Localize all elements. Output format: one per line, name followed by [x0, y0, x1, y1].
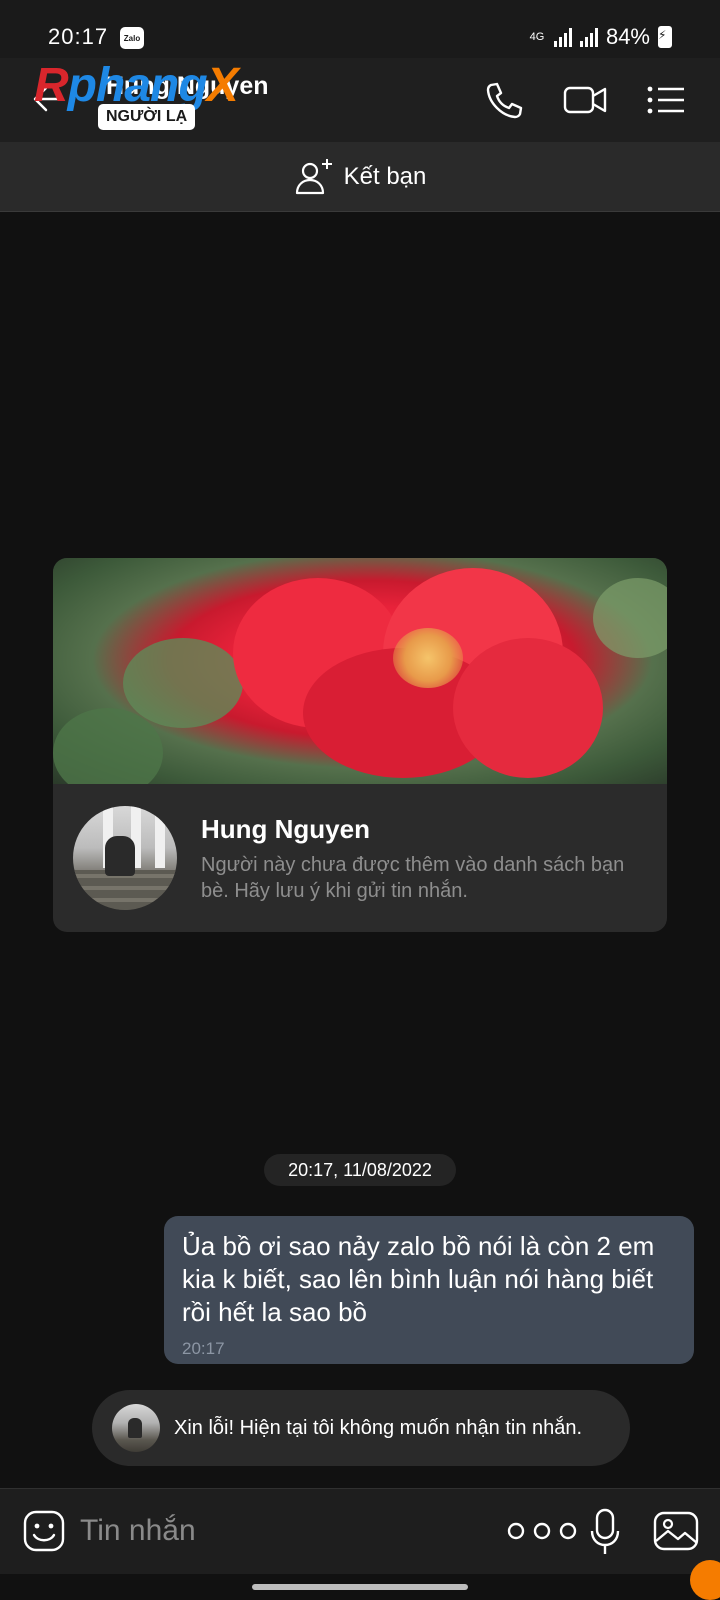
date-separator: 20:17, 11/08/2022 [264, 1154, 456, 1186]
profile-name[interactable]: Hung Nguyen [201, 814, 370, 845]
add-friend-button[interactable]: Kết bạn [0, 142, 720, 212]
more-icon[interactable] [504, 1513, 582, 1549]
message-time: 20:17 [182, 1339, 225, 1358]
signal-icon [553, 27, 572, 47]
avatar [112, 1404, 160, 1452]
battery-percentage: 84% [605, 24, 650, 49]
message-input-bar [0, 1488, 720, 1574]
add-friend-label: Kết bạn [343, 162, 427, 190]
chat-header: Hung Nguyen RphangX NGƯỜI LẠ [0, 58, 720, 142]
video-call-icon[interactable] [562, 78, 608, 122]
menu-list-icon[interactable] [646, 78, 686, 122]
gallery-icon[interactable] [652, 1509, 700, 1553]
outgoing-message[interactable]: Ủa bồ ơi sao nảy zalo bồ nói là còn 2 em… [164, 1216, 694, 1364]
status-bar: 20:17 Zalo 4G 84% [0, 0, 720, 58]
phone-icon[interactable] [482, 78, 526, 122]
cover-photo [53, 558, 667, 784]
network-type: 4G [529, 31, 545, 43]
stranger-warning: Người này chưa được thêm vào danh sách b… [201, 854, 625, 902]
microphone-icon[interactable] [588, 1507, 622, 1557]
signal-icon-2 [579, 27, 598, 47]
status-indicators: 4G 84% [528, 24, 672, 50]
avatar[interactable] [73, 806, 177, 910]
home-indicator[interactable] [252, 1584, 468, 1590]
chat-area[interactable]: Hung Nguyen Người này chưa được thêm vào… [0, 212, 720, 1488]
stranger-badge: NGƯỜI LẠ [98, 104, 196, 130]
emoji-icon[interactable] [22, 1509, 66, 1553]
add-person-icon [295, 158, 332, 194]
auto-reply-text: Xin lỗi! Hiện tại tôi không muốn nhận ti… [174, 1416, 583, 1439]
battery-charging-icon [658, 26, 672, 48]
profile-card[interactable]: Hung Nguyen Người này chưa được thêm vào… [53, 558, 667, 932]
message-input[interactable] [80, 1507, 480, 1555]
auto-reply-notice: Xin lỗi! Hiện tại tôi không muốn nhận ti… [92, 1390, 630, 1466]
zalo-notification-icon: Zalo [120, 27, 144, 49]
status-time: 20:17 [48, 24, 109, 49]
message-text: Ủa bồ ơi sao nảy zalo bồ nói là còn 2 em… [182, 1231, 655, 1327]
